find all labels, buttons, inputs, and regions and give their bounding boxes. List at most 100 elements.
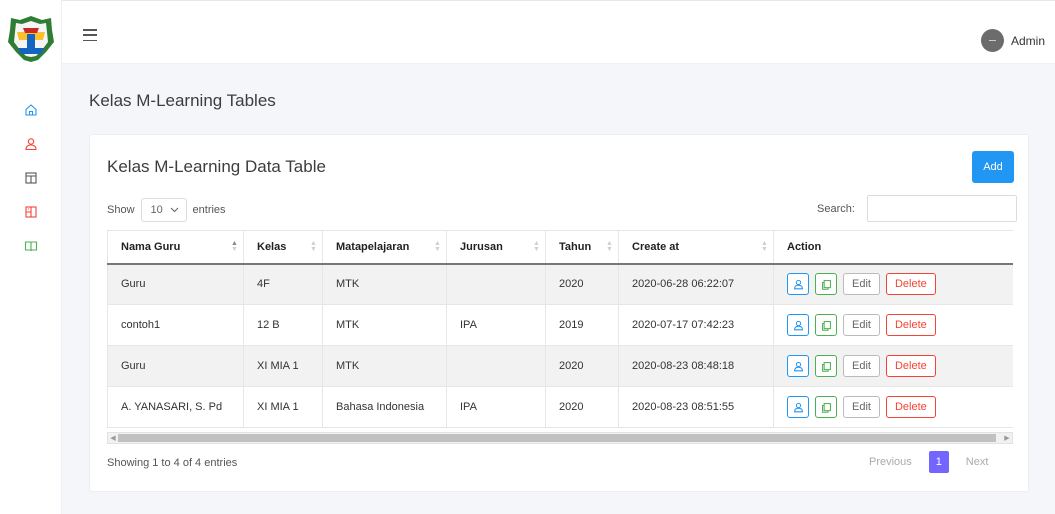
hamburger-menu-icon[interactable] <box>83 29 97 41</box>
view-user-button[interactable] <box>787 396 809 418</box>
cell-tahun: 2020 <box>545 345 619 387</box>
edit-button[interactable]: Edit <box>843 396 880 418</box>
sidebar-item-users[interactable] <box>22 135 40 153</box>
view-user-button[interactable] <box>787 314 809 336</box>
sidebar-item-book[interactable] <box>22 203 40 221</box>
user-icon <box>25 138 37 151</box>
delete-button[interactable]: Delete <box>885 314 936 336</box>
cell-action: Edit Delete <box>773 304 1013 346</box>
edit-button[interactable]: Edit <box>843 273 880 296</box>
pagination: Previous 1 Next <box>860 451 997 473</box>
table-info: Showing 1 to 4 of 4 entries <box>107 457 238 469</box>
show-label: Show <box>107 204 135 216</box>
copy-icon <box>821 402 831 413</box>
user-menu[interactable]: Admin <box>980 29 1045 52</box>
entries-label: entries <box>192 204 226 216</box>
sidebar-item-open-book[interactable] <box>22 237 40 255</box>
table-row: Guru 4F MTK 2020 2020-06-28 06:22:07 Edit Dele… <box>107 263 1013 305</box>
edit-button[interactable]: Edit <box>843 314 880 336</box>
layout-icon <box>25 172 37 184</box>
sidebar-item-home[interactable] <box>22 101 40 119</box>
card-title: Kelas M-Learning Data Table <box>107 157 326 176</box>
cell-action: Edit Delete <box>773 345 1013 387</box>
cell-create-at: 2020-06-28 06:22:07 <box>618 263 774 305</box>
table-header-row: Nama Guru ▲ ▼ Kelas ▲ ▼ Matapelajaran ▲ ▼ Juru… <box>107 230 1013 265</box>
data-table-card: Kelas M-Learning Data Table Add Show 10 … <box>89 134 1029 492</box>
column-header-matapelajaran[interactable]: Matapelajaran ▲ ▼ <box>322 230 447 265</box>
sidebar-item-layout[interactable] <box>22 169 40 187</box>
sidebar <box>0 0 62 514</box>
cell-nama-guru: A. YANASARI, S. Pd <box>107 386 244 428</box>
cell-matapelajaran: MTK <box>322 345 447 387</box>
user-icon <box>793 320 803 330</box>
view-user-button[interactable] <box>787 273 809 296</box>
scroll-right-icon[interactable]: ▶ <box>1002 433 1012 443</box>
column-header-kelas[interactable]: Kelas ▲ ▼ <box>243 230 323 265</box>
data-table: Nama Guru ▲ ▼ Kelas ▲ ▼ Matapelajaran ▲ ▼ Juru… <box>107 230 1013 428</box>
column-header-jurusan[interactable]: Jurusan ▲ ▼ <box>446 230 546 265</box>
copy-icon <box>821 279 831 290</box>
cell-nama-guru: contoh1 <box>107 304 244 346</box>
copy-button[interactable] <box>815 355 837 377</box>
user-icon <box>793 402 803 412</box>
cell-kelas: XI MIA 1 <box>243 386 323 428</box>
entries-select[interactable]: 10 <box>140 198 187 222</box>
cell-jurusan: IPA <box>446 304 546 346</box>
cell-action: Edit Delete <box>773 263 1013 305</box>
sort-icon: ▲ ▼ <box>533 240 540 253</box>
cell-nama-guru: Guru <box>107 263 244 305</box>
cell-kelas: 12 B <box>243 304 323 346</box>
copy-icon <box>821 320 831 331</box>
cell-matapelajaran: MTK <box>322 304 447 346</box>
copy-button[interactable] <box>815 273 837 296</box>
table-row: contoh1 12 B MTK IPA 2019 2020-07-17 07:42:23… <box>107 304 1013 346</box>
search-filter: Search: <box>817 195 1017 222</box>
entries-length: Show 10 entries <box>107 198 226 222</box>
copy-button[interactable] <box>815 314 837 336</box>
home-icon <box>25 104 37 116</box>
cell-create-at: 2020-08-23 08:48:18 <box>618 345 774 387</box>
sort-icon: ▲ ▼ <box>761 240 768 253</box>
edit-button[interactable]: Edit <box>843 355 880 377</box>
cell-action: Edit Delete <box>773 386 1013 428</box>
cell-jurusan <box>446 263 546 305</box>
cell-matapelajaran: Bahasa Indonesia <box>322 386 447 428</box>
delete-button[interactable]: Delete <box>885 396 936 418</box>
cell-tahun: 2020 <box>545 263 619 305</box>
school-logo[interactable] <box>6 14 56 64</box>
pagination-next[interactable]: Next <box>957 456 998 468</box>
cell-create-at: 2020-07-17 07:42:23 <box>618 304 774 346</box>
scroll-left-icon[interactable]: ◀ <box>108 433 118 443</box>
user-name: Admin <box>1010 33 1045 48</box>
cell-jurusan <box>446 345 546 387</box>
pagination-page-1[interactable]: 1 <box>928 451 949 473</box>
table-row: A. YANASARI, S. Pd XI MIA 1 Bahasa Indones… <box>107 386 1013 428</box>
delete-button[interactable]: Delete <box>885 355 936 377</box>
table-container: Nama Guru ▲ ▼ Kelas ▲ ▼ Matapelajaran ▲ ▼ Juru… <box>107 230 1013 430</box>
delete-button[interactable]: Delete <box>885 273 936 296</box>
cell-tahun: 2019 <box>545 304 619 346</box>
view-user-button[interactable] <box>787 355 809 377</box>
pagination-previous[interactable]: Previous <box>860 456 921 468</box>
cell-matapelajaran: MTK <box>322 263 447 305</box>
page-title: Kelas M-Learning Tables <box>89 91 276 110</box>
table-row: Guru XI MIA 1 MTK 2020 2020-08-23 08:48:18 Ed… <box>107 345 1013 387</box>
scrollbar-thumb[interactable] <box>118 434 996 442</box>
column-header-nama-guru[interactable]: Nama Guru ▲ ▼ <box>107 230 244 265</box>
open-book-icon <box>24 241 38 252</box>
cell-kelas: 4F <box>243 263 323 305</box>
cell-jurusan: IPA <box>446 386 546 428</box>
topbar: Admin <box>62 0 1055 64</box>
user-icon <box>793 361 803 371</box>
cell-nama-guru: Guru <box>107 345 244 387</box>
horizontal-scrollbar[interactable]: ◀ ▶ <box>107 432 1013 444</box>
cell-tahun: 2020 <box>545 386 619 428</box>
book-icon <box>25 206 37 218</box>
add-button[interactable]: Add <box>972 151 1014 183</box>
search-input[interactable] <box>866 195 1017 222</box>
column-header-tahun[interactable]: Tahun ▲ ▼ <box>545 230 619 265</box>
copy-button[interactable] <box>815 396 837 418</box>
column-header-action: Action <box>773 230 1013 265</box>
avatar[interactable] <box>980 29 1004 52</box>
column-header-create-at[interactable]: Create at ▲ ▼ <box>618 230 774 265</box>
